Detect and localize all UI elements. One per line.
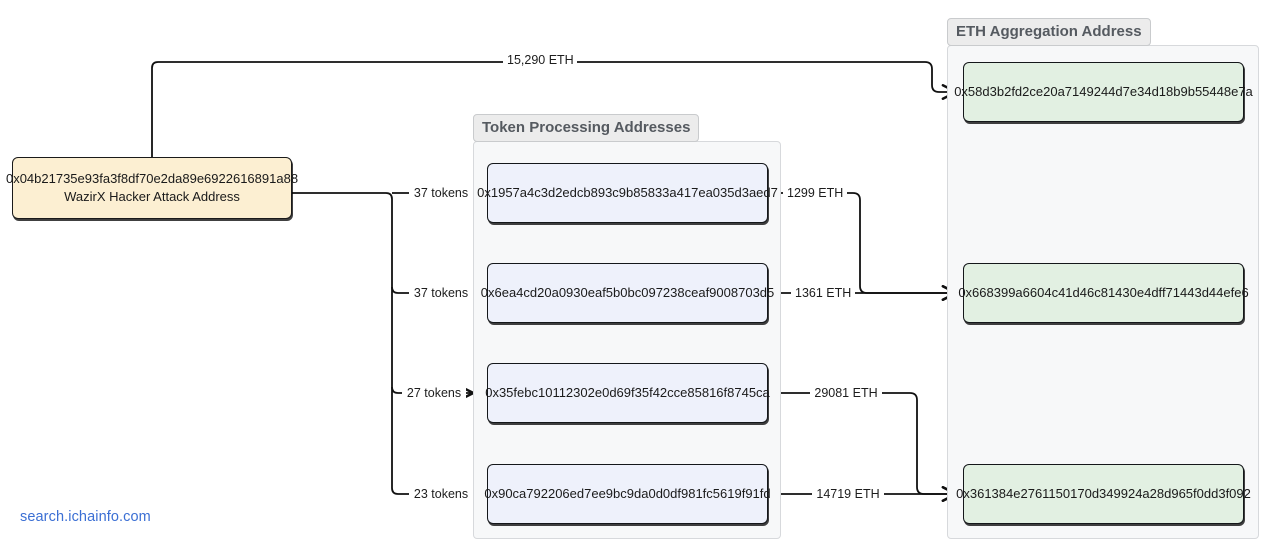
node-token-address-3[interactable]: 0x35febc10112302e0d69f35f42cce85816f8745… xyxy=(485,363,770,423)
aggregation-address-2-text: 0x668399a6604c41d46c81430e4dff71443d44ef… xyxy=(958,285,1249,301)
aggregation-address-3-text: 0x361384e2761150170d349924a28d965f0dd3f0… xyxy=(956,486,1251,502)
edge-eth-1 xyxy=(768,192,958,301)
attacker-address-text: 0x04b21735e93fa3f8df70e2da89e6922616891a… xyxy=(5,171,299,187)
edge-label-eth-3: 29081 ETH xyxy=(810,385,882,401)
node-token-address-1[interactable]: 0x1957a4c3d2edcb893c9b85833a417ea035d3ae… xyxy=(477,163,778,223)
token-address-3-text: 0x35febc10112302e0d69f35f42cce85816f8745… xyxy=(485,385,770,401)
token-address-2-text: 0x6ea4cd20a0930eaf5b0bc097238ceaf9008703… xyxy=(480,285,775,301)
cluster-token-processing-label: Token Processing Addresses xyxy=(473,114,700,142)
token-address-4-text: 0x90ca792206ed7ee9bc9da0d0df981fc5619f91… xyxy=(484,486,771,502)
edge-attacker-trunk xyxy=(292,192,475,502)
edge-label-eth-direct: 15,290 ETH xyxy=(503,52,577,68)
token-address-1-text: 0x1957a4c3d2edcb893c9b85833a417ea035d3ae… xyxy=(477,185,778,201)
edge-label-tokens-1: 37 tokens xyxy=(409,185,473,201)
aggregation-address-1-text: 0x58d3b2fd2ce20a7149244d7e34d18b9b55448e… xyxy=(954,84,1253,100)
node-token-address-2[interactable]: 0x6ea4cd20a0930eaf5b0bc097238ceaf9008703… xyxy=(481,263,774,323)
node-token-address-4[interactable]: 0x90ca792206ed7ee9bc9da0d0df981fc5619f91… xyxy=(484,464,771,524)
cluster-eth-aggregation-label: ETH Aggregation Address xyxy=(947,18,1151,46)
diagram-canvas: Token Processing Addresses ETH Aggregati… xyxy=(0,0,1280,553)
node-aggregation-address-2[interactable]: 0x668399a6604c41d46c81430e4dff71443d44ef… xyxy=(958,263,1249,323)
edge-label-eth-4: 14719 ETH xyxy=(812,486,884,502)
edge-eth-3 xyxy=(768,392,958,502)
watermark-link[interactable]: search.ichainfo.com xyxy=(20,509,151,525)
edge-label-eth-2: 1361 ETH xyxy=(791,285,855,301)
node-attacker-address[interactable]: 0x04b21735e93fa3f8df70e2da89e6922616891a… xyxy=(6,157,298,219)
edge-label-tokens-4: 23 tokens xyxy=(409,486,473,502)
edge-label-tokens-2: 37 tokens xyxy=(409,285,473,301)
node-aggregation-address-1[interactable]: 0x58d3b2fd2ce20a7149244d7e34d18b9b55448e… xyxy=(954,62,1253,122)
attacker-address-name: WazirX Hacker Attack Address xyxy=(64,189,240,204)
edge-label-eth-1: 1299 ETH xyxy=(783,185,847,201)
node-aggregation-address-3[interactable]: 0x361384e2761150170d349924a28d965f0dd3f0… xyxy=(956,464,1251,524)
edge-label-tokens-3: 27 tokens xyxy=(402,385,466,401)
